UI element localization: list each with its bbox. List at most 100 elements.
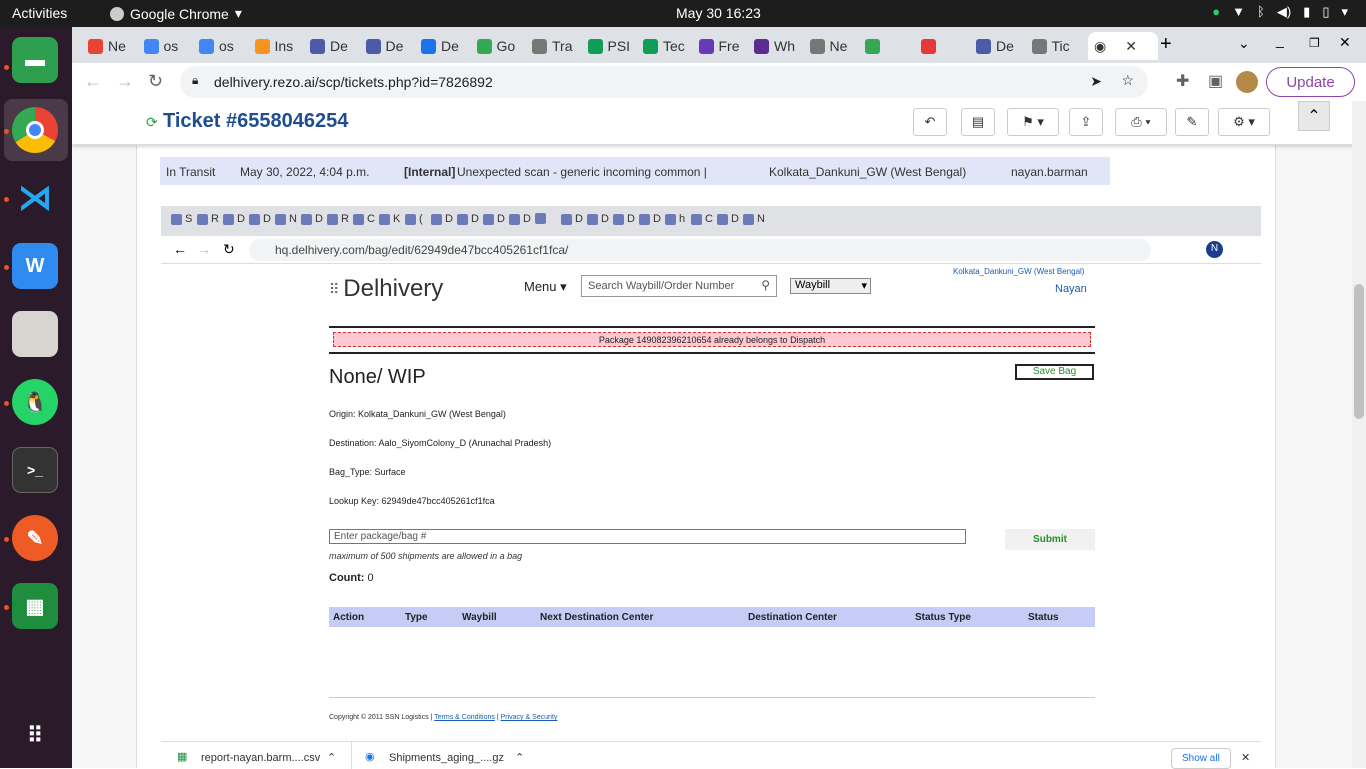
files-icon[interactable] [12,311,58,357]
terminal-icon[interactable]: >_ [12,447,58,493]
tab[interactable]: Fre [693,32,740,60]
close-tab-icon[interactable]: ✕ [1125,38,1137,55]
inner-tab[interactable]: D [457,213,479,225]
edit-button[interactable]: ✎ [1175,108,1209,136]
tab[interactable] [859,32,885,60]
page-scrollbar[interactable] [1352,101,1366,768]
chrome-dock-icon[interactable] [12,107,58,153]
waybill-search-input[interactable]: Search Waybill/Order Number ⚲ [581,275,777,297]
inner-tab[interactable]: N [743,213,765,225]
tab[interactable]: Go [471,32,515,60]
scroll-top-button[interactable]: ⌃ [1298,101,1330,131]
inner-tab[interactable]: D [483,213,505,225]
chevron-up-icon[interactable]: ⌃ [327,751,336,764]
inner-tab[interactable]: C [691,213,713,225]
settings-button[interactable]: ⚙ ▾ [1218,108,1270,136]
forward-icon[interactable]: → [116,71,134,92]
activities-button[interactable]: Activities [12,5,67,21]
system-tray[interactable]: ● ▼ ᛒ ◀) ▮ ▯ ▾ [1212,4,1348,20]
extensions-icon[interactable]: ✚ [1176,71,1189,91]
tab[interactable]: Tra [526,32,572,60]
vscode-icon[interactable]: ⋊ [12,175,58,221]
tab[interactable]: De [304,32,348,60]
print-button[interactable]: ⎙ ▾ [1115,108,1167,136]
send-icon[interactable]: ➤ [1090,73,1102,90]
tab[interactable]: De [970,32,1014,60]
spreadsheet-icon[interactable]: ▦ [12,583,58,629]
search-type-select[interactable]: Waybill ▾ [790,278,871,294]
delhivery-logo[interactable]: ⠿ Delhivery [329,275,443,303]
inner-tab[interactable]: D [587,213,609,225]
tab[interactable]: Tic [1026,32,1070,60]
tab[interactable]: os [138,32,178,60]
tab[interactable]: De [360,32,403,60]
inner-forward-icon[interactable]: → [197,241,211,257]
inner-tab[interactable]: N [275,213,297,225]
show-all-button[interactable]: Show all [1171,748,1231,769]
transfer-button[interactable]: ⇪ [1069,108,1103,136]
inner-tab[interactable]: S [171,213,192,225]
close-window-icon[interactable]: ✕ [1339,34,1351,51]
tab[interactable]: Ne [82,32,126,60]
flag-button[interactable]: ⚑ ▾ [1007,108,1059,136]
inner-tab[interactable]: D [301,213,323,225]
app-menu[interactable]: Google Chrome ▾ [110,5,242,22]
user-link[interactable]: Nayan [1055,283,1087,295]
clock[interactable]: May 30 16:23 [676,5,761,21]
wps-office-icon[interactable]: W [12,243,58,289]
inner-tab[interactable]: D [249,213,271,225]
download-item-1[interactable]: report-nayan.barm....csv [201,752,320,764]
inner-back-icon[interactable]: ← [173,241,187,257]
scrollbar-thumb[interactable] [1354,284,1364,419]
menu-dropdown[interactable]: Menu ▾ [524,279,567,295]
update-button[interactable]: Update [1266,67,1355,97]
note-button[interactable]: ▤ [961,108,995,136]
close-downloads-icon[interactable]: ✕ [1241,751,1250,764]
profile-avatar[interactable] [1236,71,1258,93]
minimize-icon[interactable]: _ [1276,32,1284,48]
refresh-icon[interactable]: ⟳ [146,114,158,131]
postman-icon[interactable]: ✎ [12,515,58,561]
tab[interactable]: Wh [748,32,795,60]
search-icon[interactable]: ⚲ [761,278,770,292]
inner-tab[interactable]: D [223,213,245,225]
current-location-link[interactable]: Kolkata_Dankuni_GW (West Bengal) [953,267,1084,276]
inner-tab[interactable]: ( [405,213,423,225]
side-panel-icon[interactable]: ▣ [1208,71,1223,91]
tab[interactable]: De [415,32,459,60]
inner-address-bar[interactable]: hq.delhivery.com/bag/edit/62949de47bcc40… [249,239,1151,261]
inner-profile-avatar[interactable]: N [1206,241,1223,258]
reload-icon[interactable]: ↻ [148,71,163,92]
tab[interactable]: Ne [804,32,847,60]
tab[interactable]: Ins [249,32,293,60]
inner-tab[interactable]: R [197,213,219,225]
maximize-icon[interactable]: ❐ [1309,36,1320,50]
save-bag-button[interactable]: Save Bag [1015,364,1094,380]
show-apps-icon[interactable]: ⠿ [12,713,58,759]
terms-link[interactable]: Terms & Conditions [434,714,495,721]
tab[interactable] [915,32,941,60]
new-tab-icon[interactable]: + [1160,33,1172,56]
package-input[interactable]: Enter package/bag # [329,529,966,544]
privacy-link[interactable]: Privacy & Security [501,714,558,721]
back-icon[interactable]: ← [84,71,102,92]
inner-tab[interactable]: D [561,213,583,225]
download-item-2[interactable]: Shipments_aging_....gz [389,752,504,764]
inner-tab[interactable]: K [379,213,400,225]
inner-tab[interactable]: D [717,213,739,225]
inner-tab[interactable]: D [431,213,453,225]
reply-button[interactable]: ↶ [913,108,947,136]
ticket-title[interactable]: Ticket #6558046254 [163,110,348,133]
inner-tab[interactable]: h [665,213,685,225]
more-menu-icon[interactable]: ⋮ [1358,71,1366,92]
inner-tab[interactable]: D [639,213,661,225]
tab-active[interactable]: ◉ ✕ [1088,32,1158,60]
whatsapp-linux-icon[interactable]: 🐧 [12,379,58,425]
tab[interactable]: Tec [637,32,685,60]
inner-reload-icon[interactable]: ↻ [223,241,235,258]
google-chat-icon[interactable]: ▬ [12,37,58,83]
inner-tab[interactable]: D [509,213,531,225]
inner-tab[interactable]: C [353,213,375,225]
inner-tab[interactable] [535,213,549,224]
tab[interactable]: PSI [582,32,630,60]
